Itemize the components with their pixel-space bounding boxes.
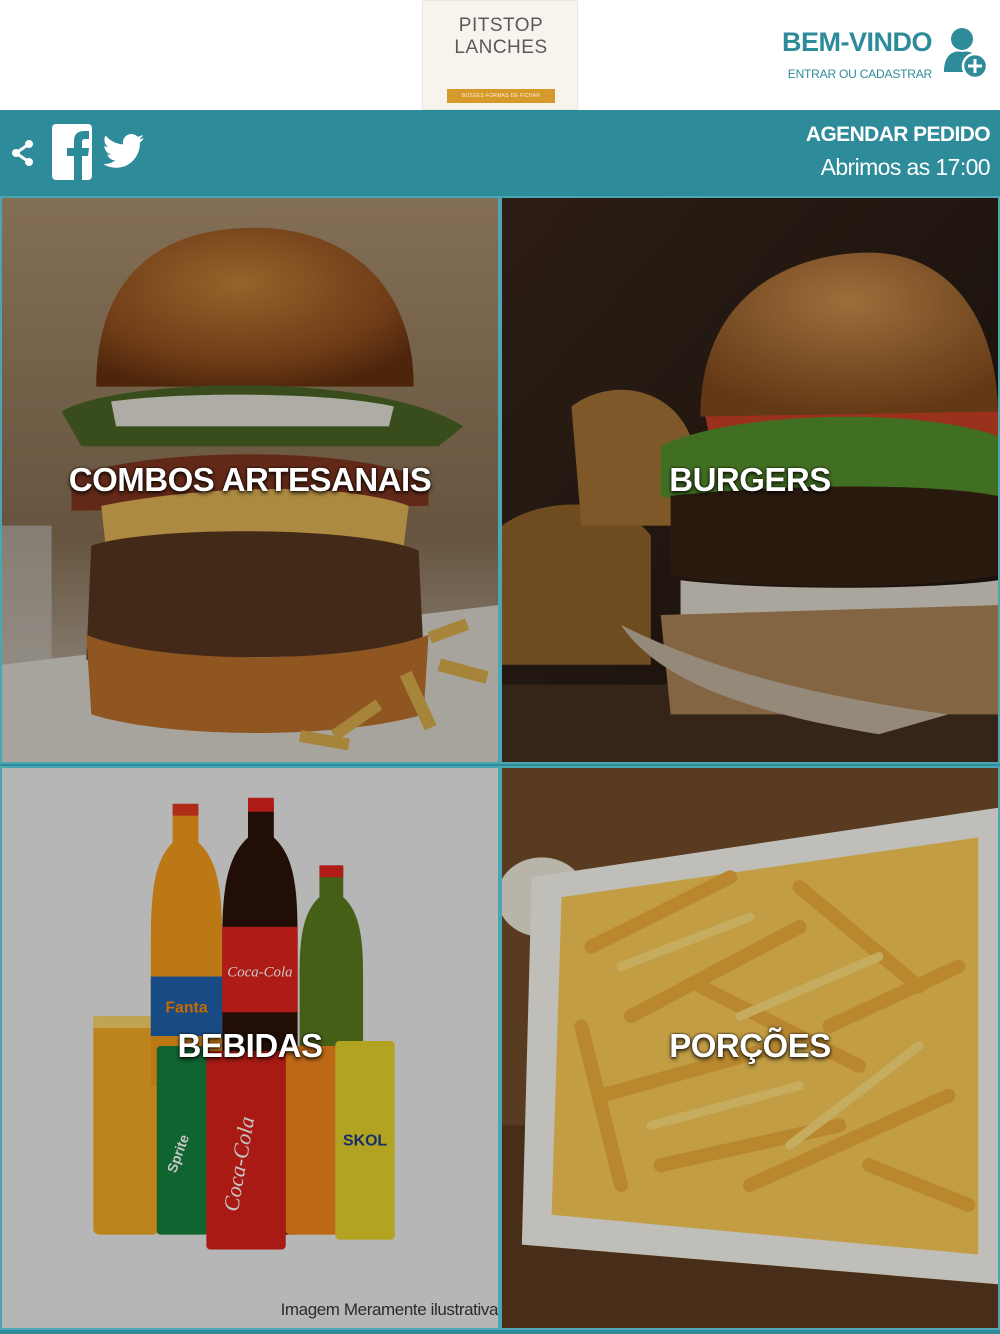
category-bebidas[interactable]: Fanta Coca-Cola Sprite Coca-Cola SKOL BE… — [0, 766, 500, 1330]
opening-time: Abrimos as 17:00 — [820, 154, 991, 180]
category-label: BURGERS — [669, 461, 831, 498]
login-register-link[interactable]: ENTRAR OU CADASTRAR — [782, 66, 932, 82]
image-disclaimer: Imagem Meramente ilustrativa — [280, 1300, 498, 1319]
store-logo[interactable]: PITSTOP LANCHES BOSSES FORMAS DE FICHAR — [422, 0, 578, 110]
category-label: COMBOS ARTESANAIS — [68, 461, 432, 498]
logo-line-1: PITSTOP — [458, 15, 544, 36]
category-burgers[interactable]: BURGERS — [500, 196, 1000, 764]
user-add-icon[interactable] — [940, 22, 990, 84]
facebook-icon[interactable] — [52, 124, 92, 180]
category-combos-artesanais[interactable]: COMBOS ARTESANAIS — [0, 196, 500, 764]
welcome-title: BEM-VINDO — [782, 27, 933, 57]
category-porcoes[interactable]: PORÇÕES — [500, 766, 1000, 1330]
category-label: BEBIDAS — [177, 1027, 323, 1064]
top-header: PITSTOP LANCHES BOSSES FORMAS DE FICHAR … — [0, 0, 1000, 110]
logo-ribbon: BOSSES FORMAS DE FICHAR — [447, 89, 555, 103]
share-icon[interactable] — [10, 138, 36, 168]
logo-line-2: LANCHES — [454, 37, 548, 58]
category-label: PORÇÕES — [669, 1027, 831, 1064]
schedule-order[interactable]: AGENDAR PEDIDO Abrimos as 17:00 — [806, 122, 991, 182]
login-link[interactable]: BEM-VINDO ENTRAR OU CADASTRAR — [782, 26, 933, 82]
schedule-order-label[interactable]: AGENDAR PEDIDO — [806, 122, 991, 148]
twitter-icon[interactable] — [104, 128, 146, 176]
category-grid: COMBOS ARTESANAIS BURGERS Fanta Coca-Col… — [0, 194, 1000, 1334]
logo-ribbon-text: BOSSES FORMAS DE FICHAR — [461, 93, 541, 99]
